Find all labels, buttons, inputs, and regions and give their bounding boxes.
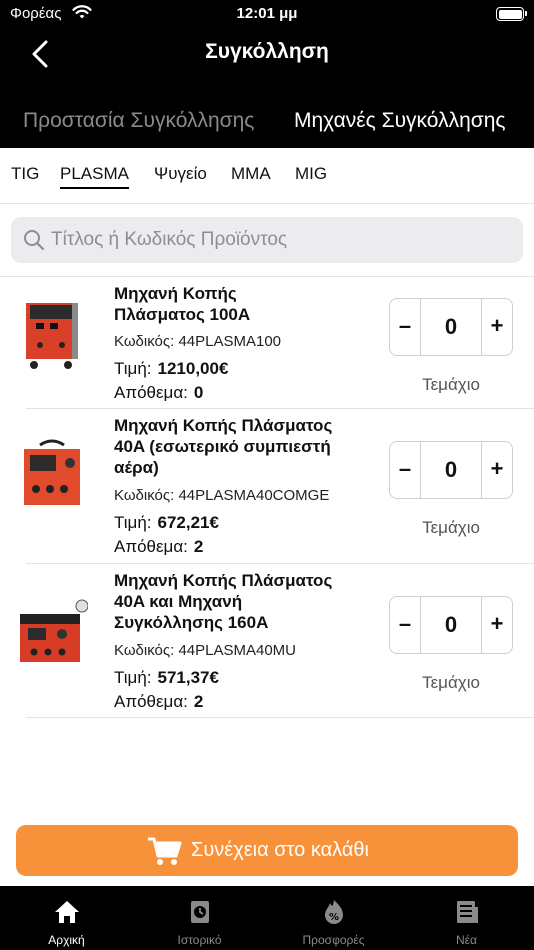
cart-icon <box>148 837 182 865</box>
news-icon <box>457 901 478 923</box>
subtab-tig[interactable]: TIG <box>11 164 39 184</box>
increase-button[interactable]: + <box>481 299 512 355</box>
tab-label: Ιστορικό <box>177 933 222 947</box>
decrease-button[interactable]: – <box>390 597 421 653</box>
subtab-cooler[interactable]: Ψυγείο <box>154 164 207 184</box>
decrease-button[interactable]: – <box>390 299 421 355</box>
product-image <box>20 599 88 662</box>
search-bar <box>11 217 523 263</box>
tab-label: Νέα <box>456 933 477 947</box>
product-name[interactable]: Μηχανή Κοπής Πλάσματος 40A (εσωτερικό συ… <box>114 415 364 478</box>
search-icon <box>24 230 45 251</box>
tab-news[interactable]: Νέα <box>400 886 533 950</box>
increase-button[interactable]: + <box>481 442 512 498</box>
search-input[interactable] <box>51 217 511 263</box>
divider <box>26 563 534 564</box>
divider <box>26 717 534 718</box>
tab-bar: Αρχική Ιστορικό % Προσφορές Νέα <box>0 886 534 950</box>
category-tab-machines[interactable]: Μηχανές Συγκόλλησης <box>294 109 506 133</box>
tab-label: Αρχική <box>48 933 85 947</box>
quantity-stepper: – 0 + <box>389 441 513 499</box>
unit-label: Τεμάχιο <box>422 375 480 394</box>
product-code: Κωδικός: 44PLASMA100 <box>114 333 282 350</box>
product-price: Τιμή: 672,21€ <box>114 513 219 532</box>
quantity-stepper: – 0 + <box>389 596 513 654</box>
subtab-plasma[interactable]: PLASMA <box>60 164 129 189</box>
unit-label: Τεμάχιο <box>422 673 480 692</box>
decrease-button[interactable]: – <box>390 442 421 498</box>
quantity-stepper: – 0 + <box>389 298 513 356</box>
product-name[interactable]: Μηχανή Κοπής Πλάσματος 40A και Μηχανή Συ… <box>114 570 364 633</box>
product-stock: Απόθεμα: 0 <box>114 383 204 402</box>
tab-home[interactable]: Αρχική <box>0 886 133 950</box>
product-image <box>24 439 80 505</box>
quantity-value[interactable]: 0 <box>421 597 481 653</box>
home-icon <box>55 901 79 923</box>
product-stock: Απόθεμα: 2 <box>114 692 204 711</box>
unit-label: Τεμάχιο <box>422 518 480 537</box>
product-price: Τιμή: 571,37€ <box>114 668 219 687</box>
product-code: Κωδικός: 44PLASMA40MU <box>114 642 296 659</box>
divider <box>0 276 534 277</box>
page-title: Συγκόλληση <box>205 40 329 63</box>
offers-icon: % <box>325 900 343 924</box>
product-image <box>26 303 78 369</box>
battery-icon <box>496 7 527 21</box>
product-price: Τιμή: 1210,00€ <box>114 359 229 378</box>
category-tabs: ς Προστασία Συγκόλλησης Μηχανές Συγκόλλη… <box>0 106 534 140</box>
tab-offers[interactable]: % Προσφορές <box>267 886 400 950</box>
subtab-mma[interactable]: MMA <box>231 164 271 184</box>
tab-label: Προσφορές <box>302 933 365 947</box>
clock: 12:01 μμ <box>236 5 298 22</box>
status-bar: Φορέας 12:01 μμ <box>0 0 534 30</box>
increase-button[interactable]: + <box>481 597 512 653</box>
tab-history[interactable]: Ιστορικό <box>133 886 266 950</box>
category-tab-protection[interactable]: Προστασία Συγκόλλησης <box>23 109 254 133</box>
checkout-label: Συνέχεια στο καλάθι <box>191 839 369 861</box>
subcategory-tabs: TIG PLASMA Ψυγείο MMA MIG <box>0 148 534 204</box>
svg-text:%: % <box>329 912 339 923</box>
product-name[interactable]: Μηχανή Κοπής Πλάσματος 100A <box>114 283 364 325</box>
product-code: Κωδικός: 44PLASMA40COMGE <box>114 487 330 504</box>
header-bar: Φορέας 12:01 μμ Συγκόλληση ς Προστασία Σ… <box>0 0 534 148</box>
checkout-button[interactable]: Συνέχεια στο καλάθι <box>16 825 518 876</box>
divider <box>26 408 534 409</box>
product-stock: Απόθεμα: 2 <box>114 537 204 556</box>
subtab-mig[interactable]: MIG <box>295 164 327 184</box>
quantity-value[interactable]: 0 <box>421 299 481 355</box>
history-icon <box>191 901 209 923</box>
quantity-value[interactable]: 0 <box>421 442 481 498</box>
